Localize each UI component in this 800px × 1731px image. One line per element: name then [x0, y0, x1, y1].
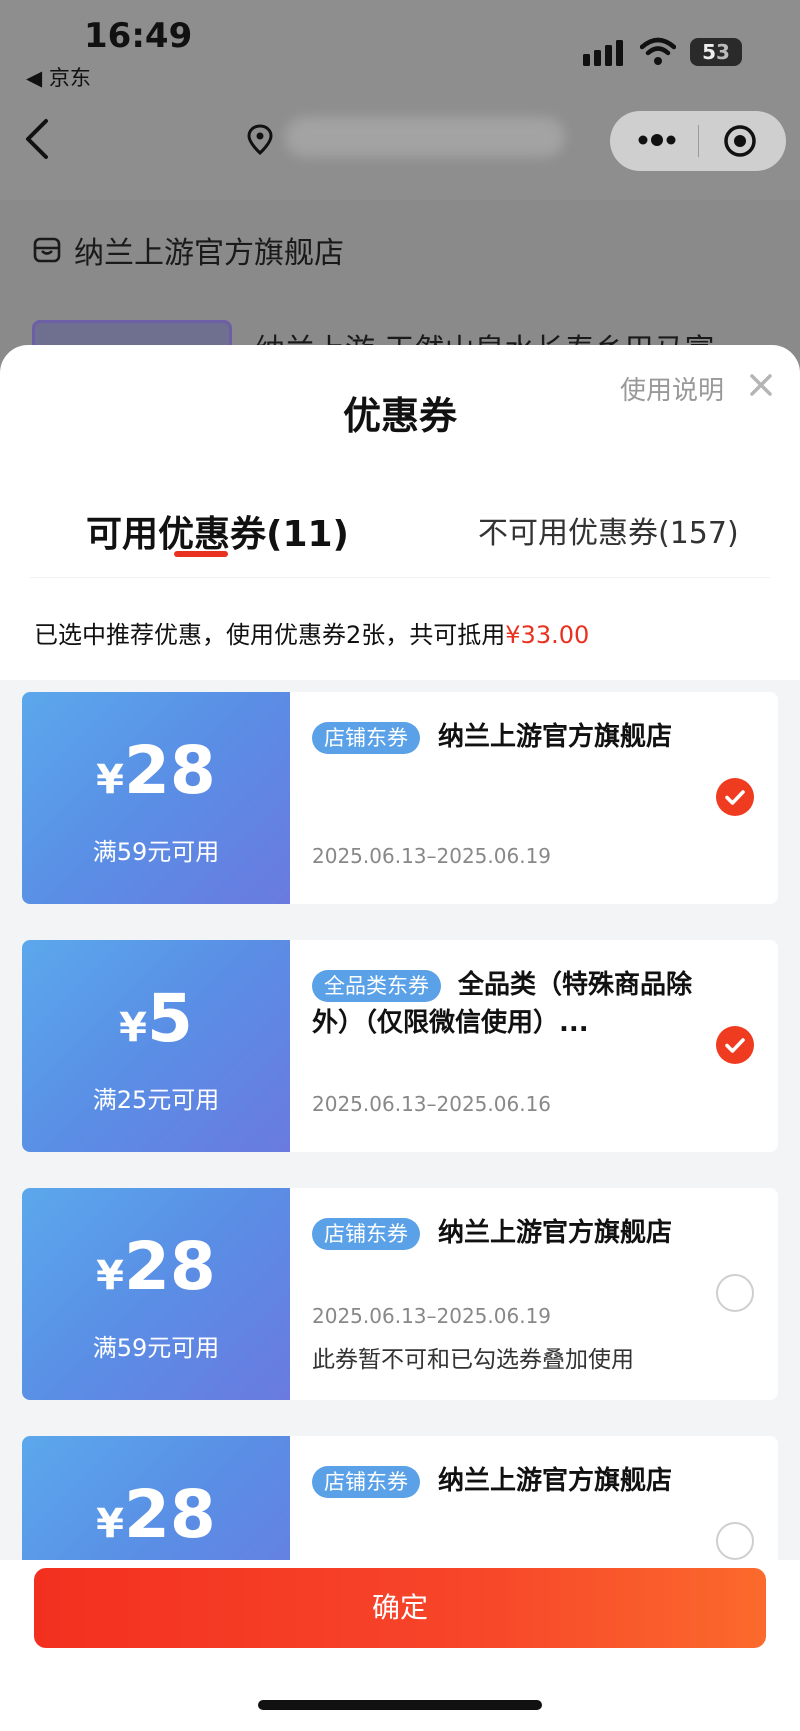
- coupon-card[interactable]: ¥28 满59元可用 店铺东券 纳兰上游官方旗舰店 2025.06.13–202…: [16, 692, 778, 904]
- yen-symbol: ¥: [96, 1501, 124, 1547]
- coupon-name: 纳兰上游官方旗舰店: [438, 1218, 673, 1248]
- unselected-radio[interactable]: [716, 1522, 754, 1560]
- amount-value: 28: [123, 1228, 216, 1305]
- confirm-bar: 确定: [0, 1560, 800, 1731]
- coupon-value-panel: ¥28 满59元可用: [16, 692, 290, 904]
- yen-symbol: ¥: [96, 757, 124, 803]
- back-to-app-link[interactable]: ◀ 京东: [26, 62, 91, 92]
- wifi-icon: [640, 37, 676, 65]
- coupon-type-badge: 店铺东券: [312, 722, 420, 754]
- capsule-divider: [698, 125, 699, 157]
- usage-instructions-link[interactable]: 使用说明: [620, 370, 724, 407]
- coupon-name: 纳兰上游官方旗舰店: [438, 1466, 673, 1496]
- status-time: 16:49: [84, 16, 193, 56]
- coupon-card[interactable]: ¥28 满59元可用 店铺东券 纳兰上游官方旗舰店 2025.06.13–202…: [16, 1188, 778, 1400]
- coupon-name: 全品类（特殊商品除: [458, 970, 693, 1000]
- coupon-name: 纳兰上游官方旗舰店: [438, 722, 673, 752]
- coupon-validity: 2025.06.13–2025.06.16: [312, 1092, 552, 1116]
- tabs-divider: [30, 577, 770, 578]
- active-tab-indicator: [174, 551, 228, 557]
- coupon-card[interactable]: ¥5 满25元可用 全品类东券 全品类（特殊商品除 外）（仅限微信使用）... …: [16, 940, 778, 1152]
- coupon-condition: 满25元可用: [92, 1086, 220, 1114]
- back-arrow-icon[interactable]: [22, 117, 52, 161]
- summary-amount: ¥33.00: [505, 621, 590, 649]
- tab-unavailable-coupons[interactable]: 不可用优惠券(157): [478, 508, 739, 552]
- coupon-amount: ¥28: [22, 1476, 290, 1553]
- coupon-type-badge: 店铺东券: [312, 1466, 420, 1498]
- battery-icon: 53: [690, 38, 742, 66]
- coupon-amount: ¥28: [22, 1228, 290, 1305]
- coupon-condition: 满59元可用: [92, 1334, 220, 1362]
- amount-value: 28: [123, 1476, 216, 1553]
- battery-level-digit-dim: 3: [716, 40, 730, 64]
- yen-symbol: ¥: [96, 1253, 124, 1299]
- selection-summary: 已选中推荐优惠，使用优惠券2张，共可抵用¥33.00: [34, 615, 589, 650]
- coupon-stacking-note: 此券暂不可和已勾选券叠加使用: [312, 1347, 634, 1373]
- coupon-amount: ¥28: [22, 732, 290, 809]
- close-icon[interactable]: [745, 369, 777, 401]
- coupon-name-line2: 外）（仅限微信使用）...: [312, 1008, 589, 1038]
- selected-check-icon[interactable]: [716, 778, 754, 816]
- more-dots-icon[interactable]: [632, 123, 682, 157]
- coupon-bottom-sheet: 优惠券 使用说明 可用优惠券(11) 不可用优惠券(157) 已选中推荐优惠，使…: [0, 345, 800, 1731]
- location-pin-icon: [247, 124, 273, 156]
- unselected-radio[interactable]: [716, 1274, 754, 1312]
- coupon-value-panel: ¥28 满59元可用: [16, 1188, 290, 1400]
- battery-level-digit: 5: [702, 40, 716, 64]
- background-store-row: 纳兰上游官方旗舰店: [32, 230, 344, 271]
- blurred-address: [285, 117, 565, 157]
- coupon-type-badge: 全品类东券: [312, 970, 441, 1002]
- mini-program-capsule: [610, 111, 786, 171]
- status-bar: 16:49 ◀ 京东 53: [0, 0, 800, 90]
- coupon-value-panel: ¥5 满25元可用: [16, 940, 290, 1152]
- mini-program-nav-bar: [0, 95, 800, 185]
- coupon-validity: 2025.06.13–2025.06.19: [312, 1304, 552, 1328]
- amount-value: 5: [146, 980, 193, 1057]
- coupon-condition: 满59元可用: [92, 838, 220, 866]
- cellular-signal-icon: [583, 40, 623, 66]
- store-icon: [33, 237, 61, 263]
- amount-value: 28: [123, 732, 216, 809]
- coupon-type-badge: 店铺东券: [312, 1218, 420, 1250]
- tab-available-coupons[interactable]: 可用优惠券(11): [86, 505, 349, 557]
- yen-symbol: ¥: [119, 1005, 147, 1051]
- background-store-name: 纳兰上游官方旗舰店: [74, 236, 344, 271]
- confirm-button[interactable]: 确定: [34, 1568, 766, 1648]
- close-mini-program-icon[interactable]: [722, 123, 758, 159]
- summary-text: 已选中推荐优惠，使用优惠券2张，共可抵用: [34, 621, 506, 649]
- coupon-amount: ¥5: [22, 980, 290, 1057]
- coupon-validity: 2025.06.13–2025.06.19: [312, 844, 552, 868]
- selected-check-icon[interactable]: [716, 1026, 754, 1064]
- home-indicator: [258, 1700, 542, 1710]
